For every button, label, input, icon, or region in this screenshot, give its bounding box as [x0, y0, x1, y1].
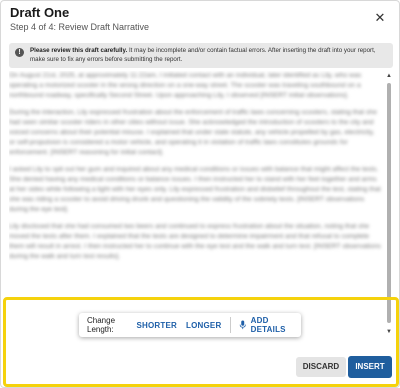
change-length-toolbar: Change Length: SHORTER LONGER ADD DETAIL…	[79, 313, 301, 337]
info-icon: !	[15, 48, 24, 57]
draft-one-dialog: Draft One Step 4 of 4: Review Draft Narr…	[0, 0, 400, 388]
change-length-label: Change Length:	[87, 316, 116, 334]
scroll-thumb[interactable]	[387, 83, 391, 323]
toolbar-divider	[230, 317, 232, 333]
narrative-paragraph: Lily disclosed that she had consumed two…	[9, 223, 381, 260]
discard-button[interactable]: DISCARD	[296, 357, 346, 377]
review-notice: ! Please review this draft carefully. It…	[9, 43, 393, 68]
dialog-header: Draft One Step 4 of 4: Review Draft Narr…	[1, 1, 399, 43]
narrative-paragraph: On August 21st, 2025, at approximately 1…	[9, 72, 362, 99]
add-details-button[interactable]: ADD DETAILS	[251, 316, 292, 334]
dialog-subtitle: Step 4 of 4: Review Draft Narrative	[10, 22, 150, 32]
narrative-paragraph: During the interaction, Lily expressed f…	[9, 109, 377, 156]
scroll-up-arrow-icon[interactable]: ▲	[386, 73, 392, 79]
close-icon[interactable]: ✕	[373, 11, 387, 25]
shorter-button[interactable]: SHORTER	[137, 321, 178, 330]
notice-bold-text: Please review this draft carefully.	[30, 47, 128, 54]
longer-button[interactable]: LONGER	[186, 321, 221, 330]
insert-button[interactable]: INSERT	[348, 356, 392, 378]
dialog-footer: DISCARD INSERT	[1, 349, 399, 387]
microphone-icon[interactable]	[239, 319, 246, 331]
dialog-title: Draft One	[10, 5, 70, 20]
narrative-paragraph: I asked Lily to spit out her gum and inq…	[9, 166, 381, 213]
